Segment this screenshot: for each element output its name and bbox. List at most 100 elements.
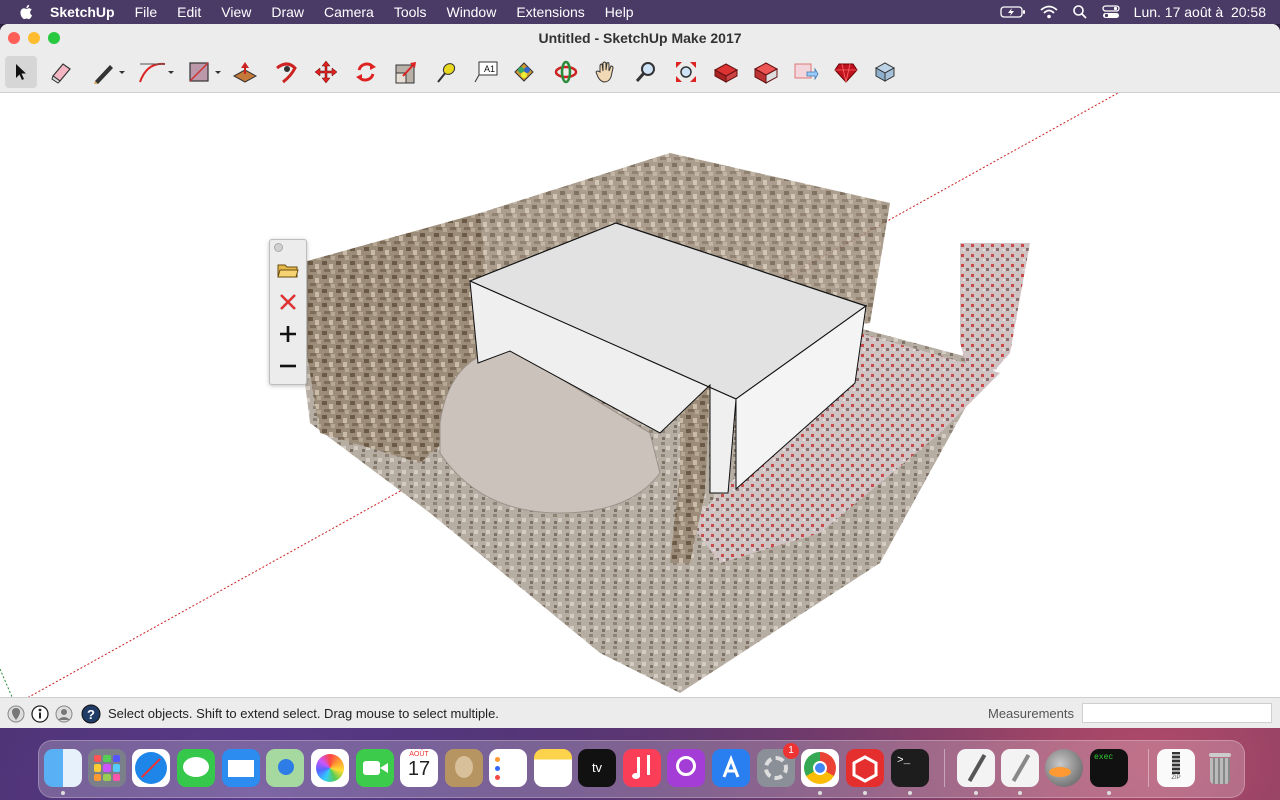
menu-help[interactable]: Help	[605, 4, 634, 20]
tape-measure-tool-button[interactable]	[430, 56, 462, 88]
menu-file[interactable]: File	[135, 4, 158, 20]
palette-delete-button[interactable]	[273, 288, 303, 316]
select-tool-button[interactable]	[5, 56, 37, 88]
orbit-tool-button[interactable]	[550, 56, 582, 88]
finder-icon[interactable]	[44, 749, 82, 787]
terminal-prompt-label: >_	[897, 755, 911, 767]
follow-me-icon	[276, 62, 297, 84]
contacts-icon[interactable]	[445, 749, 483, 787]
spotlight-search-icon[interactable]	[1072, 4, 1088, 20]
sketchup-dock-icon[interactable]	[846, 749, 884, 787]
menu-view[interactable]: View	[221, 4, 251, 20]
rotate-tool-button[interactable]	[350, 56, 382, 88]
zoom-tool-button[interactable]	[630, 56, 662, 88]
calendar-icon[interactable]: AOÛT 17	[400, 749, 438, 787]
line-tool-button[interactable]	[87, 56, 129, 88]
terminal-running-dot	[908, 791, 912, 795]
credits-info-icon[interactable]	[31, 705, 49, 723]
battery-icon[interactable]	[1000, 5, 1026, 19]
red-x-icon	[280, 294, 296, 310]
extension-warehouse-tool-button[interactable]	[750, 56, 782, 88]
pan-tool-button[interactable]	[590, 56, 622, 88]
menu-draw[interactable]: Draw	[271, 4, 304, 20]
move-icon	[314, 60, 338, 84]
maps-icon[interactable]	[266, 749, 304, 787]
zoom-button[interactable]	[48, 32, 60, 44]
app-store-icon[interactable]	[712, 749, 750, 787]
exec-label: exec	[1094, 753, 1114, 762]
orbit-icon	[554, 60, 578, 84]
eraser-tool-button[interactable]	[45, 56, 77, 88]
finder-running-dot	[61, 791, 65, 795]
window-title: Untitled - SketchUp Make 2017	[538, 30, 742, 46]
wifi-icon[interactable]	[1040, 5, 1058, 19]
menu-tools[interactable]: Tools	[394, 4, 427, 20]
follow-me-tool-button[interactable]	[270, 56, 302, 88]
dock-divider-2	[1148, 749, 1149, 787]
rectangle-tool-button[interactable]	[184, 56, 226, 88]
palette-close-dot[interactable]	[274, 243, 283, 252]
sketchup-running-dot	[863, 791, 867, 795]
mail-icon[interactable]	[222, 749, 260, 787]
palette-remove-button[interactable]	[273, 352, 303, 380]
close-button[interactable]	[8, 32, 20, 44]
disk-utility-icon[interactable]	[1045, 749, 1083, 787]
account-user-icon[interactable]	[55, 705, 73, 723]
trash-icon[interactable]	[1201, 749, 1239, 787]
scene-canvas[interactable]	[0, 93, 1280, 697]
zoom-extents-tool-button[interactable]	[670, 56, 702, 88]
arc-icon	[139, 62, 174, 83]
menu-window[interactable]: Window	[447, 4, 497, 20]
section-tool-button[interactable]	[869, 56, 901, 88]
messages-icon[interactable]	[177, 749, 215, 787]
menubar-clock[interactable]: Lun. 17 août à 20:58	[1134, 4, 1266, 20]
menu-extensions[interactable]: Extensions	[516, 4, 584, 20]
music-icon[interactable]	[623, 749, 661, 787]
chrome-running-dot	[818, 791, 822, 795]
script-editor-running-dot	[1018, 791, 1022, 795]
control-center-icon[interactable]	[1102, 4, 1120, 20]
menu-app-name[interactable]: SketchUp	[50, 4, 115, 20]
launchpad-icon[interactable]	[88, 749, 126, 787]
paint-bucket-icon	[514, 62, 534, 82]
minimize-button[interactable]	[28, 32, 40, 44]
extension-manager-tool-button[interactable]	[830, 56, 862, 88]
menu-camera[interactable]: Camera	[324, 4, 374, 20]
measurements-label: Measurements	[988, 706, 1074, 721]
safari-icon[interactable]	[132, 749, 170, 787]
palette-open-button[interactable]	[273, 256, 303, 284]
calendar-day: 17	[407, 758, 431, 780]
system-preferences-icon[interactable]: 1	[757, 743, 799, 787]
podcasts-icon[interactable]	[667, 749, 705, 787]
scale-tool-button[interactable]	[390, 56, 422, 88]
palette-add-button[interactable]	[273, 320, 303, 348]
apple-icon[interactable]	[18, 3, 36, 21]
textedit-icon[interactable]	[957, 749, 995, 787]
zip-archive-icon[interactable]: ZIP	[1157, 749, 1195, 787]
dock-divider	[944, 749, 945, 787]
facetime-icon[interactable]	[356, 749, 394, 787]
3d-warehouse-tool-button[interactable]	[710, 56, 742, 88]
text-tool-button[interactable]: A1	[470, 56, 502, 88]
paint-bucket-tool-button[interactable]	[508, 56, 540, 88]
exec-terminal-icon[interactable]: exec	[1090, 749, 1128, 787]
push-pull-tool-button[interactable]	[229, 56, 261, 88]
tape-measure-icon	[437, 63, 456, 83]
apple-tv-icon[interactable]: tv	[578, 749, 616, 787]
menu-edit[interactable]: Edit	[177, 4, 201, 20]
terminal-icon[interactable]: >_	[891, 749, 929, 787]
measurements-input[interactable]	[1082, 703, 1272, 723]
reminders-icon[interactable]	[489, 749, 527, 787]
window-titlebar: Untitled - SketchUp Make 2017	[0, 24, 1280, 52]
chrome-icon[interactable]	[801, 749, 839, 787]
move-tool-button[interactable]	[310, 56, 342, 88]
layout-tool-button[interactable]	[790, 56, 822, 88]
notes-icon[interactable]	[534, 749, 572, 787]
modeling-viewport[interactable]	[0, 93, 1280, 697]
geo-location-icon[interactable]	[7, 705, 25, 723]
arc-tool-button[interactable]	[135, 56, 177, 88]
help-question-icon[interactable]: ?	[81, 704, 101, 724]
sketchup-window: Untitled - SketchUp Make 2017 A1 ? Selec…	[0, 24, 1280, 728]
script-editor-icon[interactable]	[1001, 749, 1039, 787]
photos-icon[interactable]	[311, 749, 349, 787]
